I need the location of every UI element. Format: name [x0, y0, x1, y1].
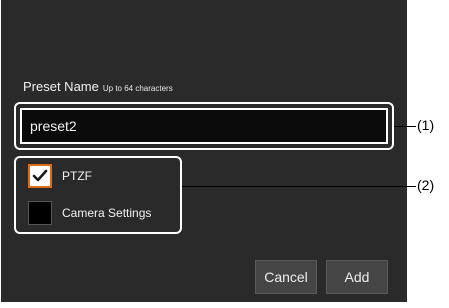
leader-line-1	[394, 126, 416, 127]
preset-name-header: Preset Name Up to 64 characters	[23, 78, 173, 96]
add-preset-dialog: Preset Name Up to 64 characters	[1, 0, 407, 302]
camera-settings-label: Camera Settings	[62, 206, 152, 220]
option-ptzf[interactable]: PTZF	[28, 164, 92, 188]
cancel-button[interactable]: Cancel	[255, 260, 317, 294]
ptzf-checkbox[interactable]	[28, 164, 52, 188]
checkmark-icon	[32, 169, 48, 182]
marker-2: (2)	[417, 177, 435, 193]
ptzf-label: PTZF	[62, 169, 92, 183]
camera-settings-checkbox[interactable]	[28, 201, 52, 225]
screenshot-stage: Preset Name Up to 64 characters preset2 P…	[0, 0, 449, 308]
preset-name-label: Preset Name	[23, 79, 99, 94]
preset-name-input[interactable]: preset2	[20, 108, 388, 144]
marker-1: (1)	[417, 117, 435, 133]
leader-line-2	[182, 186, 416, 187]
add-button[interactable]: Add	[326, 260, 388, 294]
preset-name-hint: Up to 64 characters	[102, 84, 173, 93]
option-camera-settings[interactable]: Camera Settings	[28, 201, 151, 225]
preset-name-value: preset2	[30, 118, 77, 134]
